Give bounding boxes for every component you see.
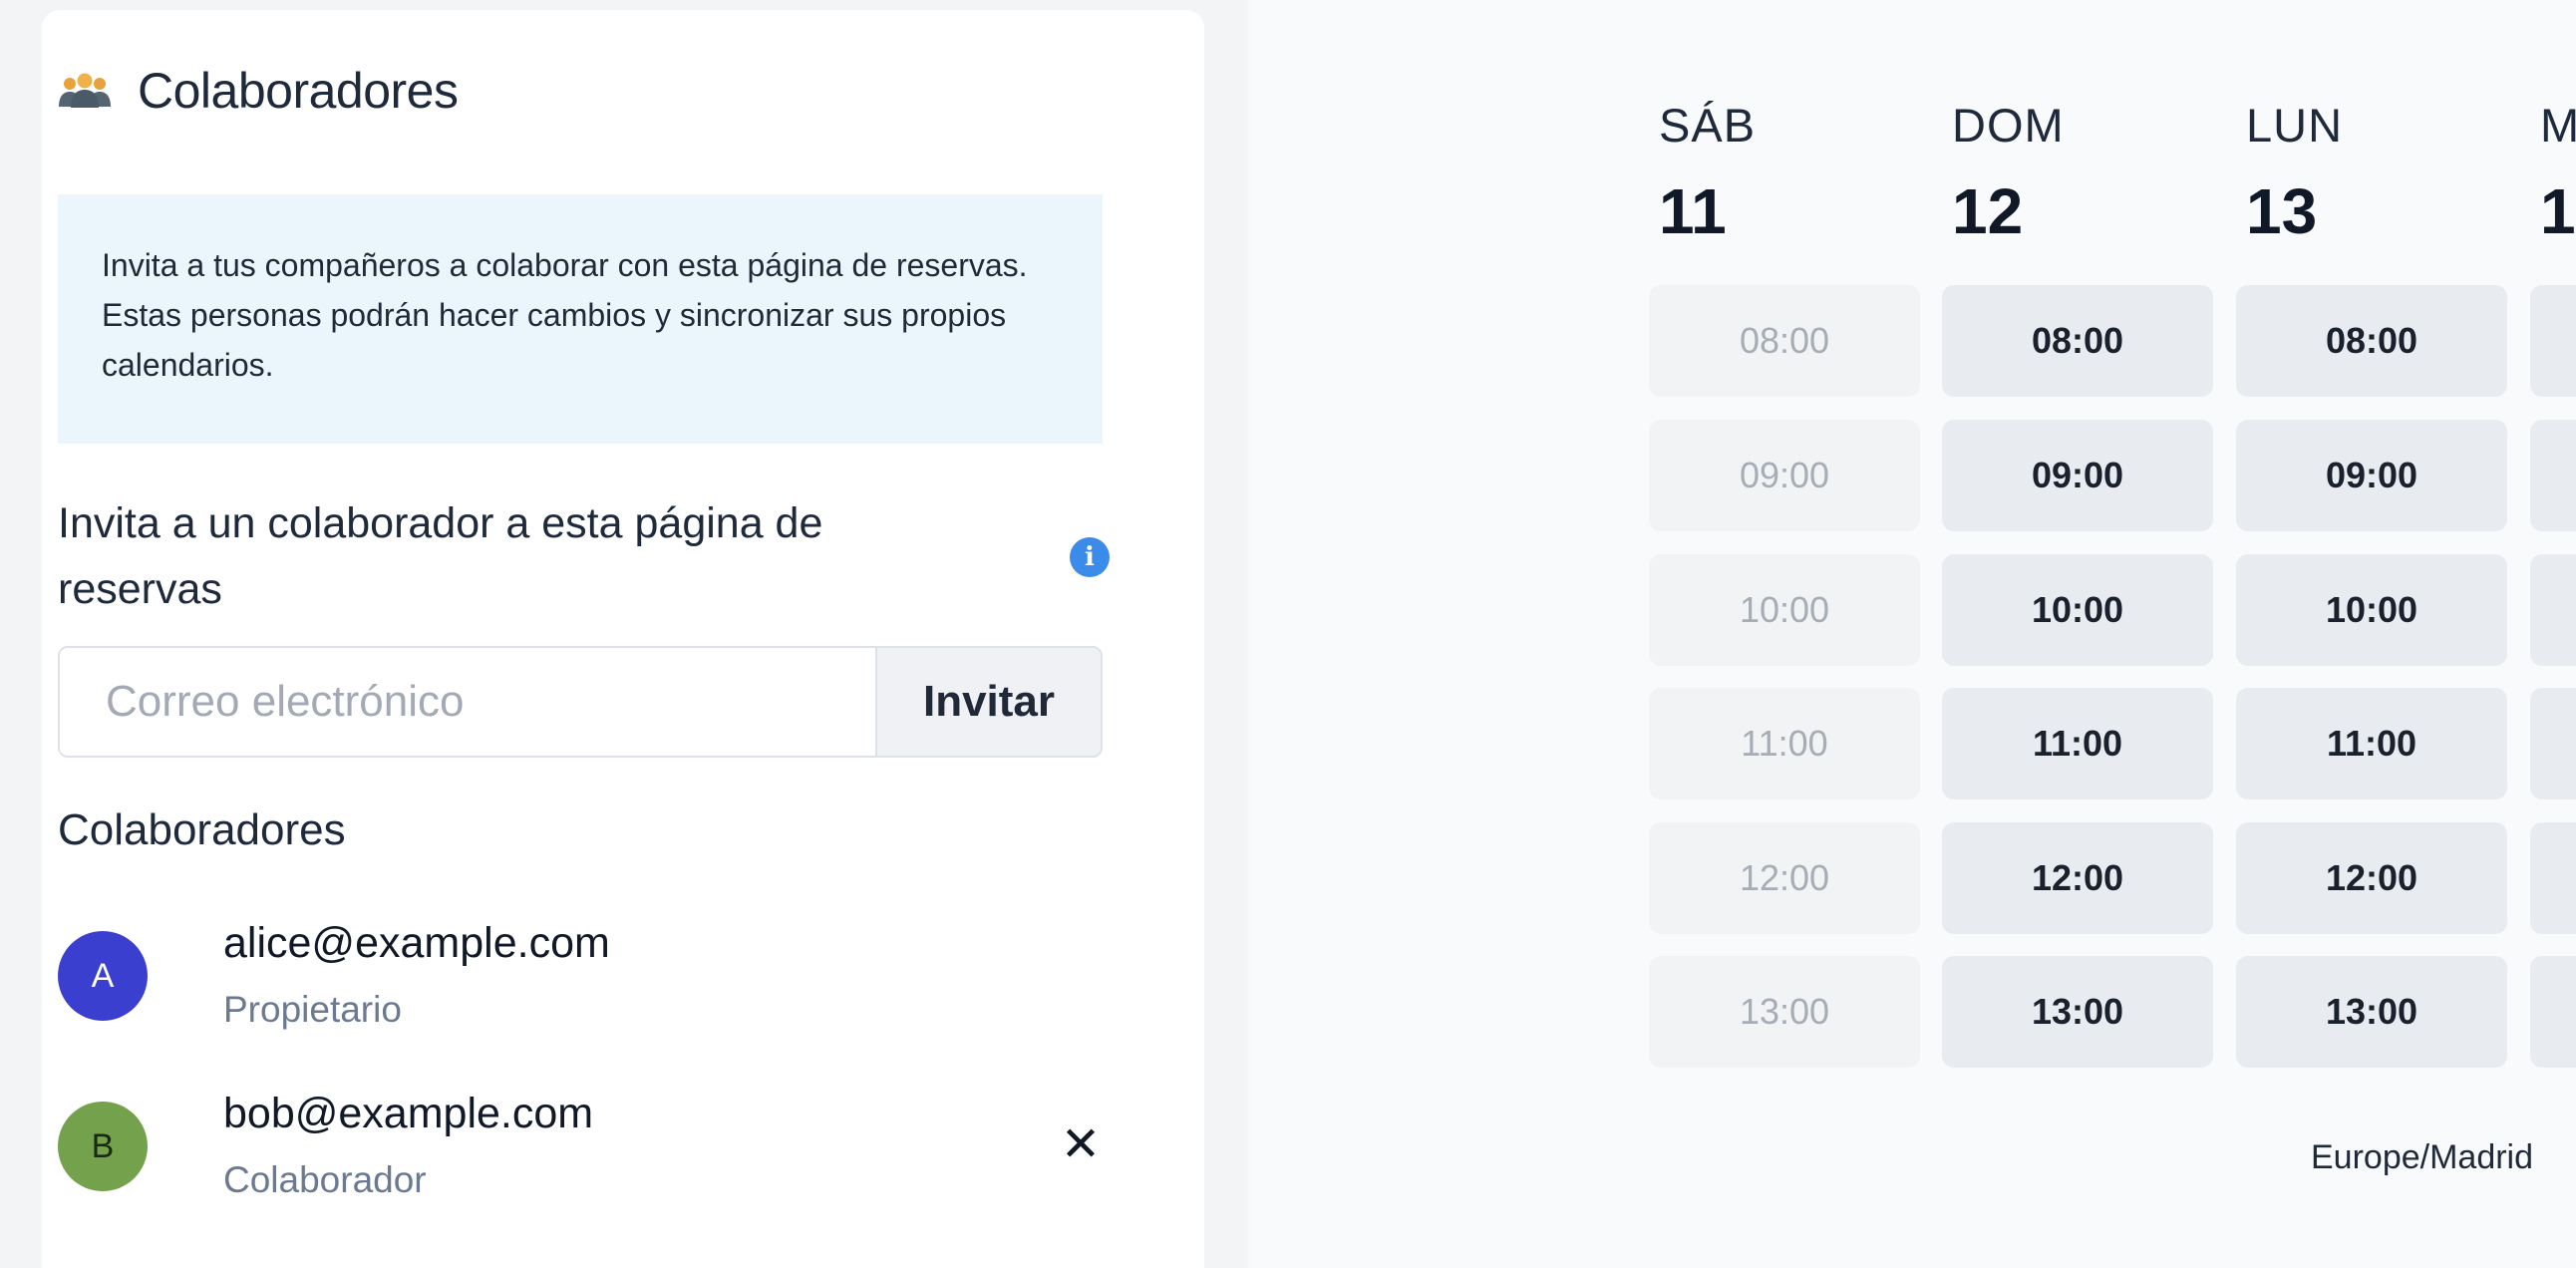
time-slot[interactable] [2530, 554, 2576, 666]
collaborator-email: bob@example.com [223, 1090, 594, 1137]
time-slot[interactable]: 09:00 [2236, 420, 2507, 531]
day-name: DOM [1952, 99, 2065, 152]
day-name: SÁB [1659, 99, 1757, 152]
info-box: Invita a tus compañeros a colaborar con … [58, 194, 1103, 444]
avatar: B [58, 1102, 148, 1191]
time-slot[interactable]: 10:00 [2236, 554, 2507, 666]
collaborator-row: B bob@example.com Colaborador ✕ [58, 1090, 1115, 1211]
email-input[interactable] [60, 648, 875, 756]
day-header-mon: LUN 13 [2246, 98, 2515, 248]
collaborator-row: A alice@example.com Propietario [58, 919, 1115, 1041]
invite-heading: Invita a un colaborador a esta página de… [58, 499, 823, 613]
day-header-sat: SÁB 11 [1659, 98, 1928, 248]
time-slot[interactable]: 09:00 [1942, 420, 2213, 531]
time-slot[interactable]: 11:00 [2236, 688, 2507, 799]
time-slot[interactable]: 08:00 [2236, 285, 2507, 397]
day-number: 13 [2246, 175, 2318, 247]
time-slot[interactable] [2530, 420, 2576, 531]
invite-button[interactable]: Invitar [875, 648, 1101, 756]
time-slot: 12:00 [1649, 822, 1920, 934]
time-slot[interactable]: 13:00 [2236, 956, 2507, 1068]
day-header-tue: MAR 14 [2540, 98, 2576, 248]
time-slot: 13:00 [1649, 956, 1920, 1068]
day-number: 12 [1952, 175, 2024, 247]
time-slot: 08:00 [1649, 285, 1920, 397]
day-header-sun: DOM 12 [1952, 98, 2221, 248]
collaborators-heading: Colaboradores [58, 805, 346, 854]
day-number: 11 [1659, 175, 1727, 247]
time-slot[interactable] [2530, 285, 2576, 397]
time-slot[interactable] [2530, 688, 2576, 799]
collaborator-email: alice@example.com [223, 919, 610, 967]
timezone-label: Europe/Madrid [2311, 1138, 2534, 1176]
time-slot[interactable]: 10:00 [1942, 554, 2213, 666]
collaborator-role: Colaborador [223, 1159, 427, 1200]
time-slot[interactable]: 13:00 [1942, 956, 2213, 1068]
time-slot[interactable] [2530, 822, 2576, 934]
time-slot[interactable]: 08:00 [1942, 285, 2213, 397]
invite-form: Invitar [58, 646, 1103, 758]
time-slot[interactable]: 11:00 [1942, 688, 2213, 799]
day-name: LUN [2246, 99, 2344, 152]
panel-header: Colaboradores [58, 62, 459, 120]
time-slot[interactable]: 12:00 [2236, 822, 2507, 934]
collaborator-role: Propietario [223, 989, 402, 1030]
avatar: A [58, 931, 148, 1021]
panel-title: Colaboradores [138, 63, 459, 119]
team-icon [59, 73, 111, 108]
time-slot[interactable]: 12:00 [1942, 822, 2213, 934]
day-number: 14 [2540, 175, 2576, 247]
time-slot: 11:00 [1649, 688, 1920, 799]
remove-collaborator-icon[interactable]: ✕ [1059, 1121, 1103, 1169]
time-slot[interactable] [2530, 956, 2576, 1068]
info-icon[interactable]: i [1070, 537, 1110, 577]
time-slot: 09:00 [1649, 420, 1920, 531]
day-name: MAR [2540, 99, 2576, 152]
time-slot: 10:00 [1649, 554, 1920, 666]
